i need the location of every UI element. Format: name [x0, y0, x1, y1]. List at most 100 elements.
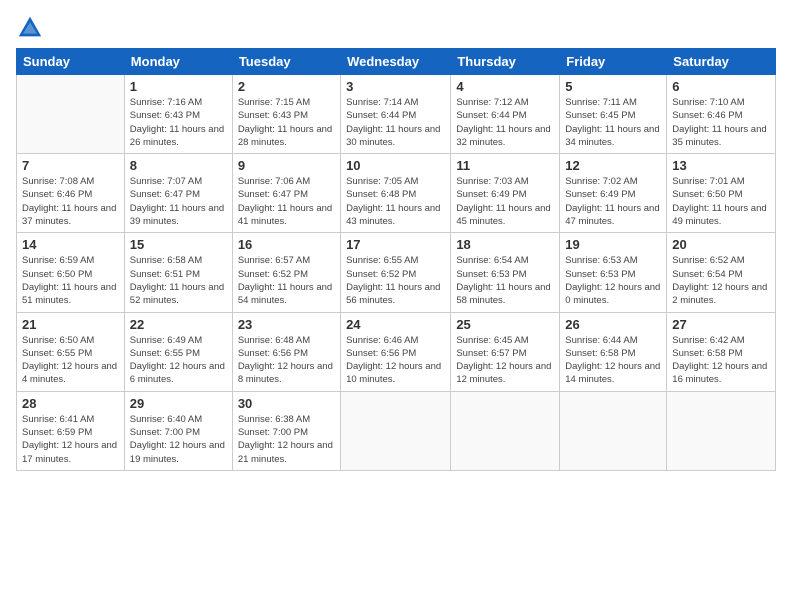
day-number: 20 [672, 237, 770, 252]
day-number: 30 [238, 396, 335, 411]
calendar-cell: 11Sunrise: 7:03 AM Sunset: 6:49 PM Dayli… [451, 154, 560, 233]
calendar: SundayMondayTuesdayWednesdayThursdayFrid… [16, 48, 776, 471]
day-info: Sunrise: 6:53 AM Sunset: 6:53 PM Dayligh… [565, 254, 661, 307]
day-number: 7 [22, 158, 119, 173]
week-row-2: 14 Sunrise: 6:59 AM Sunset: 6:50 PM Dayli… [17, 233, 776, 312]
day-info: Sunrise: 7:15 AM Sunset: 6:43 PM Dayligh… [238, 96, 335, 149]
day-number: 17 [346, 237, 445, 252]
day-number: 25 [456, 317, 554, 332]
calendar-cell: 18 Sunrise: 6:54 AM Sunset: 6:53 PM Dayli… [451, 233, 560, 312]
day-info: Sunrise: 6:50 AM Sunset: 6:55 PM Dayligh… [22, 334, 119, 387]
calendar-cell: 1Sunrise: 7:16 AM Sunset: 6:43 PM Daylig… [124, 75, 232, 154]
day-number: 9 [238, 158, 335, 173]
calendar-cell: 22 Sunrise: 6:49 AM Sunset: 6:55 PM Dayli… [124, 312, 232, 391]
day-info: Sunrise: 7:16 AM Sunset: 6:43 PM Dayligh… [130, 96, 227, 149]
calendar-cell: 25 Sunrise: 6:45 AM Sunset: 6:57 PM Dayli… [451, 312, 560, 391]
day-number: 24 [346, 317, 445, 332]
day-info: Sunrise: 6:45 AM Sunset: 6:57 PM Dayligh… [456, 334, 554, 387]
day-number: 14 [22, 237, 119, 252]
day-number: 6 [672, 79, 770, 94]
day-info: Sunrise: 6:48 AM Sunset: 6:56 PM Dayligh… [238, 334, 335, 387]
calendar-cell: 29Sunrise: 6:40 AM Sunset: 7:00 PM Dayli… [124, 391, 232, 470]
week-row-0: 1Sunrise: 7:16 AM Sunset: 6:43 PM Daylig… [17, 75, 776, 154]
calendar-cell: 27Sunrise: 6:42 AM Sunset: 6:58 PM Dayli… [667, 312, 776, 391]
calendar-cell: 19 Sunrise: 6:53 AM Sunset: 6:53 PM Dayli… [560, 233, 667, 312]
calendar-cell: 30 Sunrise: 6:38 AM Sunset: 7:00 PM Dayli… [232, 391, 340, 470]
day-info: Sunrise: 6:57 AM Sunset: 6:52 PM Dayligh… [238, 254, 335, 307]
day-number: 10 [346, 158, 445, 173]
calendar-cell: 5 Sunrise: 7:11 AM Sunset: 6:45 PM Daylig… [560, 75, 667, 154]
calendar-cell: 17 Sunrise: 6:55 AM Sunset: 6:52 PM Dayli… [341, 233, 451, 312]
weekday-header-row: SundayMondayTuesdayWednesdayThursdayFrid… [17, 49, 776, 75]
day-number: 8 [130, 158, 227, 173]
calendar-cell: 7 Sunrise: 7:08 AM Sunset: 6:46 PM Daylig… [17, 154, 125, 233]
day-info: Sunrise: 6:40 AM Sunset: 7:00 PM Dayligh… [130, 413, 227, 466]
day-number: 15 [130, 237, 227, 252]
day-info: Sunrise: 6:41 AM Sunset: 6:59 PM Dayligh… [22, 413, 119, 466]
calendar-cell: 14 Sunrise: 6:59 AM Sunset: 6:50 PM Dayli… [17, 233, 125, 312]
day-info: Sunrise: 7:11 AM Sunset: 6:45 PM Dayligh… [565, 96, 661, 149]
day-info: Sunrise: 6:44 AM Sunset: 6:58 PM Dayligh… [565, 334, 661, 387]
calendar-cell: 26 Sunrise: 6:44 AM Sunset: 6:58 PM Dayli… [560, 312, 667, 391]
day-number: 2 [238, 79, 335, 94]
calendar-cell: 6 Sunrise: 7:10 AM Sunset: 6:46 PM Daylig… [667, 75, 776, 154]
day-number: 4 [456, 79, 554, 94]
calendar-cell: 4 Sunrise: 7:12 AM Sunset: 6:44 PM Daylig… [451, 75, 560, 154]
day-info: Sunrise: 6:54 AM Sunset: 6:53 PM Dayligh… [456, 254, 554, 307]
day-number: 23 [238, 317, 335, 332]
weekday-header-thursday: Thursday [451, 49, 560, 75]
day-number: 12 [565, 158, 661, 173]
week-row-3: 21 Sunrise: 6:50 AM Sunset: 6:55 PM Dayli… [17, 312, 776, 391]
calendar-cell [17, 75, 125, 154]
day-number: 13 [672, 158, 770, 173]
calendar-cell: 24 Sunrise: 6:46 AM Sunset: 6:56 PM Dayli… [341, 312, 451, 391]
day-number: 21 [22, 317, 119, 332]
day-info: Sunrise: 6:52 AM Sunset: 6:54 PM Dayligh… [672, 254, 770, 307]
day-number: 22 [130, 317, 227, 332]
day-info: Sunrise: 6:38 AM Sunset: 7:00 PM Dayligh… [238, 413, 335, 466]
day-number: 19 [565, 237, 661, 252]
weekday-header-wednesday: Wednesday [341, 49, 451, 75]
day-info: Sunrise: 7:10 AM Sunset: 6:46 PM Dayligh… [672, 96, 770, 149]
day-number: 28 [22, 396, 119, 411]
calendar-cell [451, 391, 560, 470]
logo-icon [16, 14, 44, 42]
calendar-cell: 2 Sunrise: 7:15 AM Sunset: 6:43 PM Daylig… [232, 75, 340, 154]
calendar-cell: 13 Sunrise: 7:01 AM Sunset: 6:50 PM Dayli… [667, 154, 776, 233]
calendar-cell: 21 Sunrise: 6:50 AM Sunset: 6:55 PM Dayli… [17, 312, 125, 391]
weekday-header-tuesday: Tuesday [232, 49, 340, 75]
day-number: 11 [456, 158, 554, 173]
day-info: Sunrise: 7:14 AM Sunset: 6:44 PM Dayligh… [346, 96, 445, 149]
calendar-cell: 23 Sunrise: 6:48 AM Sunset: 6:56 PM Dayli… [232, 312, 340, 391]
calendar-cell: 16 Sunrise: 6:57 AM Sunset: 6:52 PM Dayli… [232, 233, 340, 312]
header [16, 10, 776, 42]
day-info: Sunrise: 6:58 AM Sunset: 6:51 PM Dayligh… [130, 254, 227, 307]
week-row-1: 7 Sunrise: 7:08 AM Sunset: 6:46 PM Daylig… [17, 154, 776, 233]
calendar-cell: 12 Sunrise: 7:02 AM Sunset: 6:49 PM Dayli… [560, 154, 667, 233]
day-number: 5 [565, 79, 661, 94]
day-info: Sunrise: 6:46 AM Sunset: 6:56 PM Dayligh… [346, 334, 445, 387]
calendar-cell [667, 391, 776, 470]
calendar-cell: 20 Sunrise: 6:52 AM Sunset: 6:54 PM Dayli… [667, 233, 776, 312]
day-number: 27 [672, 317, 770, 332]
calendar-cell: 10 Sunrise: 7:05 AM Sunset: 6:48 PM Dayli… [341, 154, 451, 233]
day-number: 18 [456, 237, 554, 252]
day-info: Sunrise: 6:49 AM Sunset: 6:55 PM Dayligh… [130, 334, 227, 387]
page: SundayMondayTuesdayWednesdayThursdayFrid… [0, 0, 792, 612]
day-info: Sunrise: 7:05 AM Sunset: 6:48 PM Dayligh… [346, 175, 445, 228]
day-number: 16 [238, 237, 335, 252]
calendar-cell: 3 Sunrise: 7:14 AM Sunset: 6:44 PM Daylig… [341, 75, 451, 154]
day-info: Sunrise: 7:01 AM Sunset: 6:50 PM Dayligh… [672, 175, 770, 228]
calendar-cell [341, 391, 451, 470]
calendar-cell: 8Sunrise: 7:07 AM Sunset: 6:47 PM Daylig… [124, 154, 232, 233]
day-number: 26 [565, 317, 661, 332]
day-info: Sunrise: 6:55 AM Sunset: 6:52 PM Dayligh… [346, 254, 445, 307]
day-info: Sunrise: 7:12 AM Sunset: 6:44 PM Dayligh… [456, 96, 554, 149]
day-info: Sunrise: 7:08 AM Sunset: 6:46 PM Dayligh… [22, 175, 119, 228]
day-info: Sunrise: 7:02 AM Sunset: 6:49 PM Dayligh… [565, 175, 661, 228]
calendar-cell: 28 Sunrise: 6:41 AM Sunset: 6:59 PM Dayli… [17, 391, 125, 470]
day-info: Sunrise: 6:59 AM Sunset: 6:50 PM Dayligh… [22, 254, 119, 307]
weekday-header-sunday: Sunday [17, 49, 125, 75]
day-number: 3 [346, 79, 445, 94]
calendar-cell [560, 391, 667, 470]
